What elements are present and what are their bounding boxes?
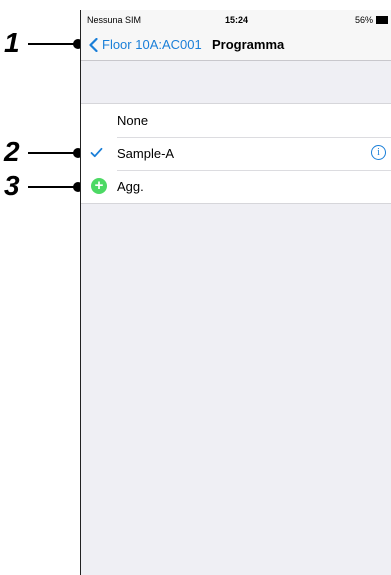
list-item-label: Sample-A <box>117 146 175 161</box>
back-button[interactable]: Floor 10A:AC001 <box>89 37 202 52</box>
checkmark-icon <box>90 147 103 158</box>
list-item-add[interactable]: + Agg. <box>81 170 391 203</box>
callout-number: 3 <box>4 170 20 201</box>
callout-number: 2 <box>4 136 20 167</box>
program-list: None Sample-A i + Agg. <box>81 103 391 204</box>
list-item-label: None <box>117 113 149 128</box>
back-button-label: Floor 10A:AC001 <box>102 37 202 52</box>
device-screen: Nessuna SIM 15:24 56% Floor 10A:AC001 Pr… <box>80 10 391 575</box>
plus-circle-icon: + <box>91 178 107 194</box>
list-item-none[interactable]: None <box>81 104 391 137</box>
list-item-sample-a[interactable]: Sample-A i <box>81 137 391 170</box>
callout-line <box>28 186 78 188</box>
battery-icon <box>376 16 388 24</box>
navigation-bar: Floor 10A:AC001 Programma <box>81 30 391 61</box>
battery-indicator: 56% <box>355 15 388 25</box>
chevron-left-icon <box>89 37 98 52</box>
status-bar: Nessuna SIM 15:24 56% <box>81 10 391 30</box>
list-item-label: Agg. <box>117 179 144 194</box>
info-icon[interactable]: i <box>371 145 386 160</box>
clock: 15:24 <box>224 15 249 25</box>
callout-line <box>28 152 78 154</box>
page-title: Programma <box>212 37 285 52</box>
callout-number: 1 <box>4 27 20 58</box>
battery-percent: 56% <box>354 15 373 25</box>
callout-line <box>28 43 78 45</box>
